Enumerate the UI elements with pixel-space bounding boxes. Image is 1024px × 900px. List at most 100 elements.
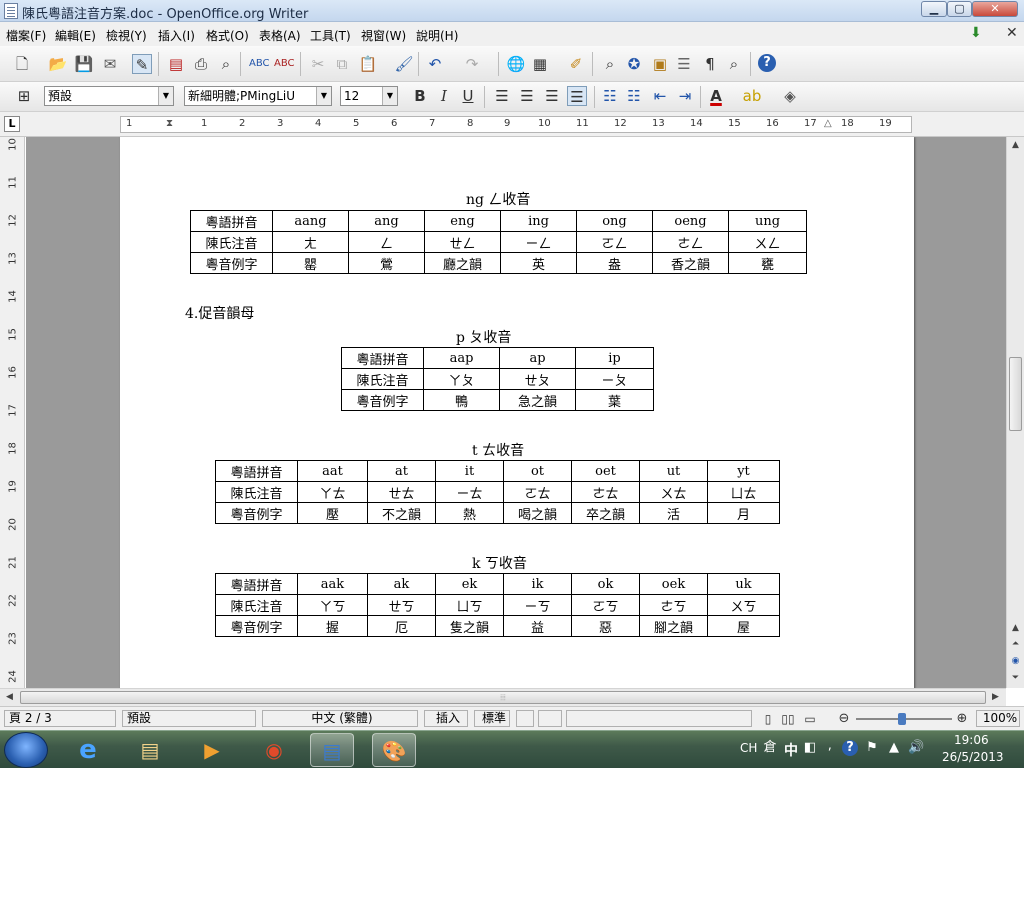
multi-page-view-icon[interactable]: ▯▯ bbox=[778, 709, 798, 729]
next-page-icon[interactable]: ⏷ bbox=[1008, 671, 1023, 686]
copy-icon[interactable]: ⧉ bbox=[332, 54, 352, 74]
zoom-icon[interactable]: ⌕ bbox=[724, 54, 744, 74]
edit-mode-icon[interactable]: ✎ bbox=[132, 54, 152, 74]
menu-tools[interactable]: 工具(T) bbox=[310, 27, 351, 44]
maximize-button[interactable]: ▢ bbox=[947, 1, 972, 17]
increase-indent-icon[interactable]: ⇥ bbox=[675, 86, 695, 106]
bold-button[interactable]: B bbox=[410, 86, 430, 106]
align-right-icon[interactable]: ☰ bbox=[542, 86, 562, 106]
clone-formatting-icon[interactable]: 🖌 bbox=[394, 54, 414, 74]
browser-icon[interactable]: ◉ bbox=[252, 733, 296, 767]
scroll-right-icon[interactable]: ▶ bbox=[988, 690, 1003, 705]
menu-view[interactable]: 檢視(Y) bbox=[106, 27, 147, 44]
punctuation-mode-icon[interactable]: ⸴ bbox=[822, 740, 838, 756]
ime-chinese-indicator[interactable]: 中 bbox=[784, 740, 798, 760]
clock-date[interactable]: 26/5/2013 bbox=[942, 750, 1004, 764]
formatting-marks-icon[interactable]: ¶ bbox=[700, 54, 720, 74]
hyperlink-icon[interactable]: 🌐 bbox=[506, 54, 526, 74]
email-document-icon[interactable]: ✉ bbox=[100, 54, 120, 74]
paragraph-style-select[interactable]: 預設 ▼ bbox=[44, 86, 174, 106]
gallery-icon[interactable]: ▣ bbox=[650, 54, 670, 74]
minimize-button[interactable]: ▁ bbox=[921, 1, 947, 17]
full-half-width-icon[interactable]: ◧ bbox=[802, 740, 818, 756]
vertical-scroll-thumb[interactable] bbox=[1009, 357, 1022, 431]
align-left-icon[interactable]: ☰ bbox=[492, 86, 512, 106]
menu-format[interactable]: 格式(O) bbox=[206, 27, 249, 44]
paint-task-icon[interactable]: 🎨 bbox=[372, 733, 416, 767]
right-indent-marker[interactable]: △ bbox=[824, 118, 832, 129]
show-draw-functions-icon[interactable]: ✐ bbox=[566, 54, 586, 74]
background-color-icon[interactable]: ◈ bbox=[780, 86, 800, 106]
close-document-icon[interactable]: ✕ bbox=[1006, 26, 1022, 40]
show-hidden-icons-icon[interactable]: ▲ bbox=[886, 740, 902, 756]
menu-help[interactable]: 說明(H) bbox=[416, 27, 458, 44]
navigator-icon[interactable]: ✪ bbox=[624, 54, 644, 74]
volume-icon[interactable]: 🔊 bbox=[908, 740, 924, 756]
data-sources-icon[interactable]: ☰ bbox=[674, 54, 694, 74]
navigation-icon[interactable]: ◉ bbox=[1008, 654, 1023, 669]
font-color-icon[interactable]: A bbox=[706, 86, 726, 106]
download-update-icon[interactable]: ⬇ bbox=[970, 26, 986, 40]
horizontal-scroll-thumb[interactable]: ⦙⦙⦙ bbox=[20, 691, 986, 704]
internet-explorer-icon[interactable]: e bbox=[66, 733, 110, 767]
ime-help-icon[interactable]: ? bbox=[842, 740, 858, 756]
zoom-slider-handle[interactable] bbox=[898, 713, 906, 725]
menu-file[interactable]: 檔案(F) bbox=[6, 27, 46, 44]
page-indicator[interactable]: 頁 2 / 3 bbox=[4, 710, 116, 727]
horizontal-scrollbar[interactable]: ◀ ⦙⦙⦙ ▶ bbox=[0, 688, 1006, 706]
start-button[interactable] bbox=[4, 732, 48, 768]
document-area[interactable]: ng ㄥ收音 粵語拼音 aang ang eng ing ong oeng un… bbox=[26, 137, 1006, 688]
undo-icon[interactable]: ↶ bbox=[425, 54, 445, 74]
input-language-indicator[interactable]: CH bbox=[740, 741, 757, 755]
font-size-select[interactable]: 12 ▼ bbox=[340, 86, 398, 106]
print-icon[interactable]: ⎙ bbox=[191, 54, 211, 74]
previous-page-icon[interactable]: ⏶ bbox=[1008, 637, 1023, 652]
paste-icon[interactable]: 📋 bbox=[358, 54, 378, 74]
vertical-ruler[interactable]: 10 11 12 13 14 15 16 17 18 19 20 21 22 2… bbox=[0, 137, 25, 688]
open-icon[interactable]: 📂 bbox=[48, 54, 68, 74]
find-replace-icon[interactable]: ⌕ bbox=[600, 54, 620, 74]
italic-button[interactable]: I bbox=[434, 86, 454, 106]
ime-mode-icon[interactable]: 倉 bbox=[762, 740, 778, 756]
openoffice-writer-task-icon[interactable]: ▤ bbox=[310, 733, 354, 767]
language-indicator[interactable]: 中文 (繁體) bbox=[262, 710, 418, 727]
underline-button[interactable]: U bbox=[458, 86, 478, 106]
insert-mode-indicator[interactable]: 插入 bbox=[424, 710, 468, 727]
document-page[interactable]: ng ㄥ收音 粵語拼音 aang ang eng ing ong oeng un… bbox=[120, 137, 914, 688]
page-style-indicator[interactable]: 預設 bbox=[122, 710, 256, 727]
styles-formatting-icon[interactable]: ⊞ bbox=[14, 86, 34, 106]
cut-icon[interactable]: ✂ bbox=[308, 54, 328, 74]
help-icon[interactable]: ? bbox=[758, 54, 776, 72]
ime-options-icon[interactable]: ⚑ bbox=[864, 740, 880, 756]
bullets-icon[interactable]: ☷ bbox=[624, 86, 644, 106]
page-preview-icon[interactable]: ⌕ bbox=[216, 54, 236, 74]
font-name-select[interactable]: 新細明體;PMingLiU ▼ bbox=[184, 86, 332, 106]
zoom-percentage[interactable]: 100% bbox=[976, 710, 1020, 727]
save-icon[interactable]: 💾 bbox=[74, 54, 94, 74]
selection-mode-indicator[interactable]: 標準 bbox=[474, 710, 510, 727]
redo-icon[interactable]: ↷ bbox=[462, 54, 482, 74]
insert-table-icon[interactable]: ▦ bbox=[530, 54, 550, 74]
menu-insert[interactable]: 插入(I) bbox=[158, 27, 195, 44]
new-document-icon[interactable]: 🗋 bbox=[12, 54, 32, 74]
clock-time[interactable]: 19:06 bbox=[954, 733, 989, 747]
autospellcheck-icon[interactable]: ABC bbox=[274, 54, 295, 74]
close-button[interactable]: ✕ bbox=[972, 1, 1018, 17]
digital-signature-indicator[interactable] bbox=[538, 710, 562, 727]
media-player-icon[interactable]: ▶ bbox=[190, 733, 234, 767]
export-pdf-icon[interactable]: ▤ bbox=[166, 54, 186, 74]
book-view-icon[interactable]: ▭ bbox=[800, 709, 820, 729]
vertical-scrollbar[interactable]: ▲ ▲ ⏶ ◉ ⏷ bbox=[1006, 137, 1024, 688]
spellcheck-icon[interactable]: ABC bbox=[249, 54, 270, 74]
scroll-up-icon[interactable]: ▲ bbox=[1008, 621, 1023, 636]
numbering-icon[interactable]: ☷ bbox=[600, 86, 620, 106]
tab-type-selector[interactable]: L bbox=[4, 116, 20, 132]
justify-icon[interactable]: ☰ bbox=[567, 86, 587, 106]
scroll-left-icon[interactable]: ◀ bbox=[2, 690, 17, 705]
align-center-icon[interactable]: ☰ bbox=[517, 86, 537, 106]
highlighting-icon[interactable]: ab bbox=[742, 86, 762, 106]
zoom-out-icon[interactable]: ⊖ bbox=[834, 709, 854, 729]
file-explorer-icon[interactable]: ▤ bbox=[128, 733, 172, 767]
scroll-up-icon[interactable]: ▲ bbox=[1008, 138, 1023, 153]
left-indent-marker[interactable]: ⧗ bbox=[166, 118, 173, 129]
